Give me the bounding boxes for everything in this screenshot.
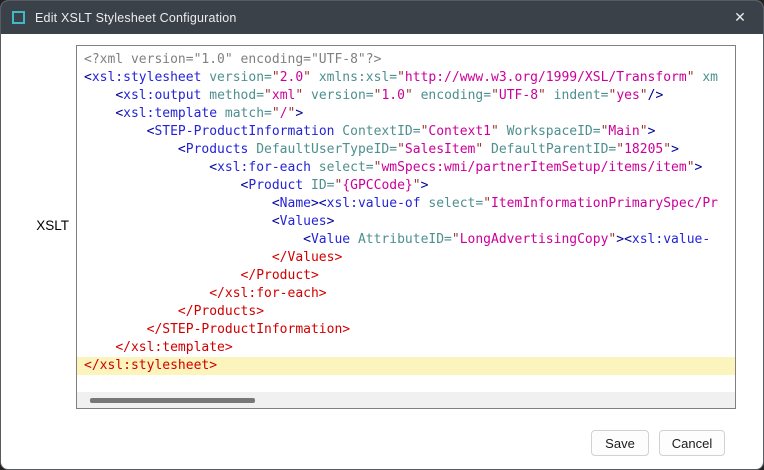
code-line: <?xml version="1.0" encoding="UTF-8"?> [77,51,735,69]
code-line: <Product ID="{GPCCode}"> [77,177,735,195]
code-line: </Product> [77,267,735,285]
save-button[interactable]: Save [591,430,649,456]
code-line: </xsl:template> [77,339,735,357]
code-line: <Name><xsl:value-of select="ItemInformat… [77,195,735,213]
code-line: </xsl:stylesheet> [77,357,735,375]
close-button[interactable]: ✕ [717,1,763,34]
titlebar[interactable]: Edit XSLT Stylesheet Configuration ✕ [1,1,763,34]
xslt-code-editor[interactable]: <?xml version="1.0" encoding="UTF-8"?><x… [76,45,736,409]
code-area[interactable]: <?xml version="1.0" encoding="UTF-8"?><x… [77,46,735,392]
dialog-window: Edit XSLT Stylesheet Configuration ✕ XSL… [0,0,764,470]
code-line: <xsl:template match="/"> [77,105,735,123]
window-title: Edit XSLT Stylesheet Configuration [35,11,237,25]
code-line: <STEP-ProductInformation ContextID="Cont… [77,123,735,141]
close-icon: ✕ [734,9,746,26]
code-line: </Values> [77,249,735,267]
code-line: </STEP-ProductInformation> [77,321,735,339]
code-line: <Value AttributeID="LongAdvertisingCopy"… [77,231,735,249]
xslt-field-label: XSLT [1,218,69,233]
horizontal-scrollbar[interactable] [77,392,735,408]
cancel-button[interactable]: Cancel [659,430,725,456]
code-line: <xsl:stylesheet version="2.0" xmlns:xsl=… [77,69,735,87]
code-line: <xsl:for-each select="wmSpecs:wmi/partne… [77,159,735,177]
horizontal-scrollbar-thumb[interactable] [90,398,255,403]
code-line: <Products DefaultUserTypeID="SalesItem" … [77,141,735,159]
code-line: </Products> [77,303,735,321]
code-line: </xsl:for-each> [77,285,735,303]
code-line: <xsl:output method="xml" version="1.0" e… [77,87,735,105]
code-line: <Values> [77,213,735,231]
app-icon [12,11,25,24]
